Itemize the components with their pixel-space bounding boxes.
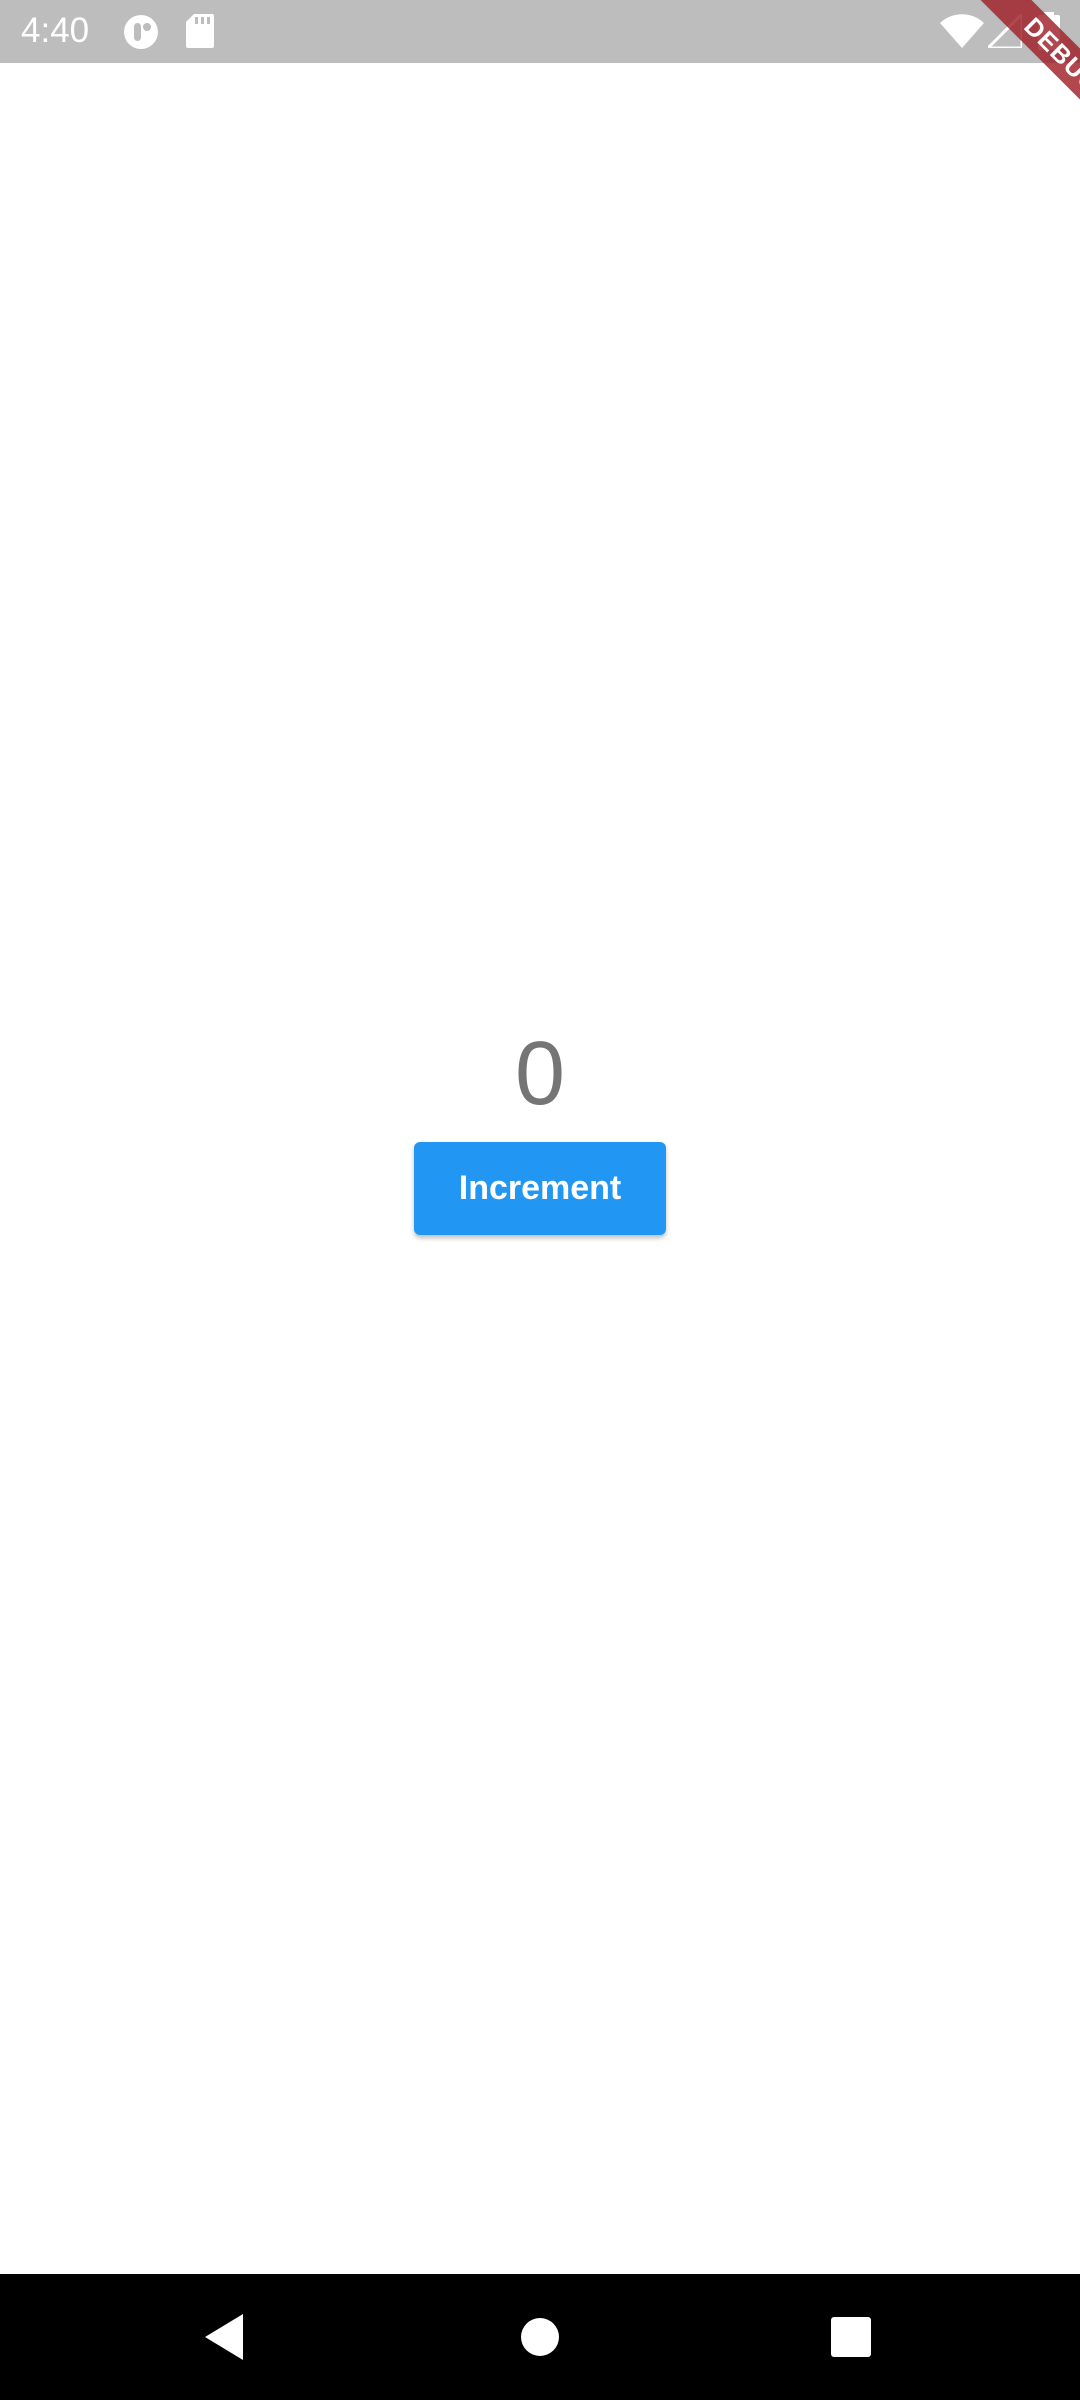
cell-signal-icon: [984, 10, 1024, 54]
increment-button[interactable]: Increment: [414, 1142, 666, 1235]
back-icon[interactable]: [165, 2274, 285, 2400]
wifi-icon: [940, 14, 984, 54]
status-bar: 4:40: [0, 0, 1080, 63]
battery-icon: [1038, 12, 1060, 52]
home-icon[interactable]: [480, 2274, 600, 2400]
recents-icon[interactable]: [791, 2274, 911, 2400]
counter-value: 0: [514, 1024, 566, 1124]
status-time: 4:40: [21, 11, 90, 50]
app-notification-icon: [123, 14, 159, 54]
sd-card-icon: [186, 14, 214, 54]
screen: 4:40 DEBUG 0 Increment: [0, 0, 1080, 2400]
navigation-bar: [0, 2274, 1080, 2400]
